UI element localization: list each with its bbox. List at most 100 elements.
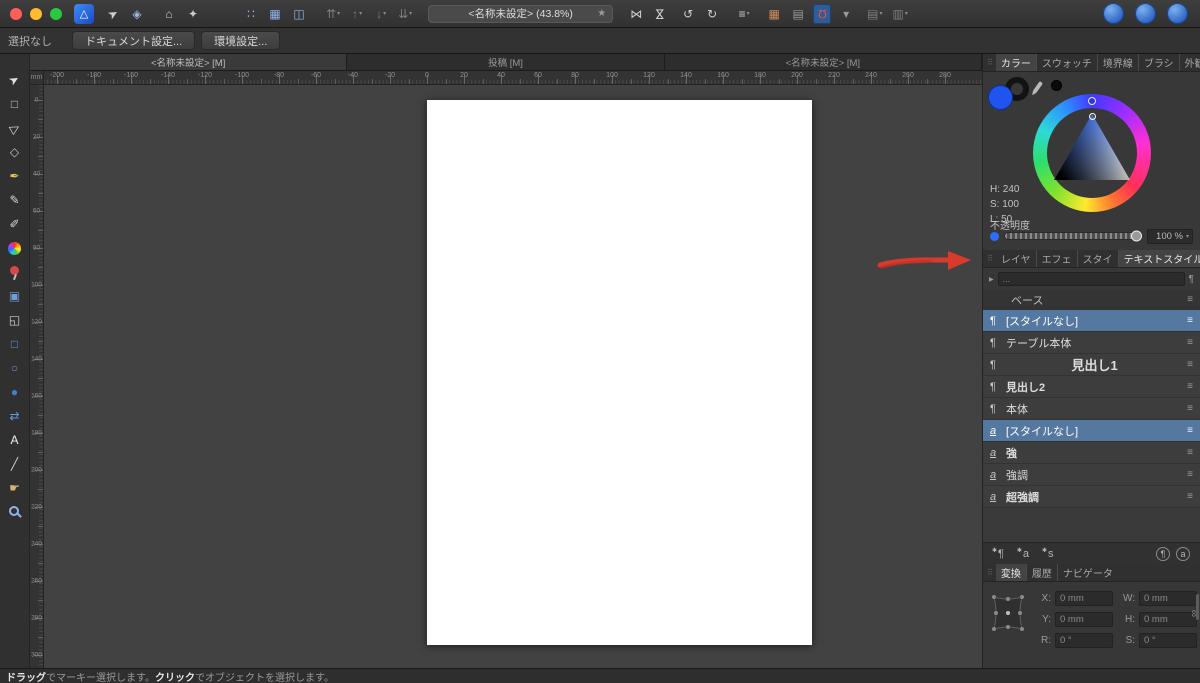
opacity-knob[interactable] (1131, 230, 1142, 242)
snap-options-icon[interactable]: ▤ (789, 4, 807, 24)
style-row[interactable]: ¶ テーブル本体 ≡ (983, 332, 1200, 354)
w-field[interactable]: 0 mm (1139, 591, 1197, 606)
stock-icon[interactable]: ▥ ▾ (891, 4, 910, 24)
sl-marker[interactable] (1088, 113, 1096, 120)
circle-button-1[interactable] (1103, 3, 1124, 24)
style-menu-icon[interactable]: ≡ (1187, 447, 1193, 458)
designer-persona-icon[interactable]: ⌂ (160, 4, 178, 24)
cursor-icon[interactable]: ➤ (104, 4, 122, 24)
snap-presets-icon[interactable]: ▦ (765, 4, 783, 24)
document-title-dropdown[interactable]: <名称未設定> (43.8%) ★ (428, 4, 614, 23)
pin-tool[interactable] (0, 260, 30, 284)
r-field[interactable]: 0 ° (1055, 633, 1113, 648)
anchor-point-selector[interactable] (989, 592, 1027, 634)
vector-brush-tool[interactable]: ✐ (0, 212, 30, 236)
picture-frame-tool[interactable]: ▣ (0, 284, 30, 308)
panel-tab[interactable]: エフェ (1035, 250, 1077, 267)
rotate-ccw-icon[interactable]: ↺ (679, 4, 697, 24)
style-row[interactable]: a 超強調 ≡ (983, 486, 1200, 508)
circle-button-2[interactable] (1135, 3, 1156, 24)
rotate-cw-icon[interactable]: ↻ (703, 4, 721, 24)
style-menu-icon[interactable]: ≡ (1187, 294, 1193, 305)
panel-tab[interactable]: ナビゲータ (1056, 564, 1118, 581)
dot-grid-icon[interactable]: ∷ (242, 4, 260, 24)
opacity-dropdown-icon[interactable]: ▾ (1186, 233, 1189, 240)
hand-tool[interactable]: ☛ (0, 476, 30, 500)
canvas-viewport[interactable] (44, 85, 982, 668)
style-row[interactable]: ¶ [スタイルなし] ≡ (983, 310, 1200, 332)
secondary-color-swatch[interactable] (1051, 80, 1062, 91)
x-field[interactable]: 0 mm (1055, 591, 1113, 606)
show-paragraph-styles-icon[interactable]: ¶ (1156, 546, 1170, 561)
style-row[interactable]: a 強調 ≡ (983, 464, 1200, 486)
panel-tab[interactable]: スタイ (1076, 250, 1118, 267)
ellipse-tool[interactable]: ○ (0, 356, 30, 380)
opacity-value-field[interactable]: 100 % ▾ (1147, 228, 1193, 244)
s-field[interactable]: 0 ° (1139, 633, 1197, 648)
zoom-tool[interactable] (0, 500, 30, 524)
style-menu-icon[interactable]: ≡ (1187, 403, 1193, 414)
panel-tab[interactable]: 境界線 (1096, 54, 1138, 71)
corner-tool[interactable]: ◇ (0, 140, 30, 164)
style-group-header[interactable]: ベース ≡ (983, 290, 1200, 310)
style-menu-icon[interactable]: ≡ (1187, 469, 1193, 480)
style-row[interactable]: a [スタイルなし] ≡ (983, 420, 1200, 442)
color-wheel[interactable] (1032, 94, 1151, 212)
disclosure-icon[interactable]: ▶ (989, 276, 994, 283)
text-tool[interactable]: A (0, 428, 30, 452)
move-backward-icon[interactable]: ↓ ▾ (372, 4, 390, 24)
snap-dropdown-icon[interactable]: ▾ (837, 4, 855, 24)
style-menu-icon[interactable]: ≡ (1187, 425, 1193, 436)
panel-tab[interactable]: ブラシ (1137, 54, 1179, 71)
style-row[interactable]: ¶ 本体 ≡ (983, 398, 1200, 420)
fill-swatch[interactable] (988, 85, 1013, 110)
vertical-ruler[interactable]: 0 20 40 60 80 100 120 140 160 180 200 220 240 260 280 3… (30, 85, 44, 668)
panel-tab[interactable]: テキストスタイル (1117, 250, 1200, 267)
panel-grip-icon[interactable]: ⠿ (987, 254, 993, 263)
photo-persona-icon[interactable]: ✦ (184, 4, 202, 24)
favorite-star-icon[interactable]: ★ (597, 8, 606, 19)
pencil-tool[interactable]: ✎ (0, 188, 30, 212)
shape-tool[interactable]: ● (0, 380, 30, 404)
style-row[interactable]: a 強 ≡ (983, 442, 1200, 464)
style-row[interactable]: ¶ 見出し1 ≡ (983, 354, 1200, 376)
new-character-style-icon[interactable]: a (1017, 547, 1029, 560)
stroke-tool[interactable]: ╱ (0, 452, 30, 476)
horizontal-ruler[interactable]: -200 -180 -160 -140 -120 -100 -80 -60 -40 -20 0 20 4… (44, 71, 982, 85)
preferences-button[interactable]: 環境設定... (201, 31, 281, 50)
hue-marker[interactable] (1087, 97, 1096, 105)
style-menu-icon[interactable]: ≡ (1187, 381, 1193, 392)
frame-tool[interactable]: □ (0, 92, 30, 116)
document-page[interactable] (427, 100, 812, 645)
pen-tool[interactable]: ✒ (0, 164, 30, 188)
opacity-slider[interactable] (1004, 230, 1142, 242)
style-menu-icon[interactable]: ≡ (1187, 359, 1193, 370)
doc-tab[interactable]: <名称未設定> [M] (30, 54, 348, 70)
panel-tab[interactable]: カラー (995, 54, 1036, 71)
style-menu-icon[interactable]: ≡ (1187, 315, 1193, 326)
move-tool[interactable]: ➤ (0, 68, 30, 92)
sl-triangle[interactable] (1048, 109, 1136, 197)
circle-button-3[interactable] (1167, 3, 1188, 24)
panel-grip-icon[interactable]: ⠿ (987, 58, 993, 67)
panel-tab[interactable]: 変換 (995, 564, 1026, 581)
panel-tab[interactable]: 外観 (1178, 54, 1200, 71)
eyedropper-icon[interactable] (1032, 80, 1044, 94)
doc-tab[interactable]: <名称未設定> [M] (664, 54, 982, 70)
new-paragraph-style-icon[interactable]: ¶ (992, 547, 1004, 560)
paragraph-mark-icon[interactable]: ¶ (1189, 274, 1194, 285)
grid-icon[interactable]: ▦ (266, 4, 284, 24)
style-row[interactable]: ¶ 見出し2 ≡ (983, 376, 1200, 398)
doc-tab[interactable]: 投稿 [M] (347, 54, 665, 70)
style-filter-input[interactable]: ... (997, 272, 1185, 286)
move-forward-icon[interactable]: ↑ ▾ (348, 4, 366, 24)
fullscreen-button[interactable] (50, 7, 62, 20)
move-to-back-icon[interactable]: ⇊ ▾ (396, 4, 414, 24)
panel-grip-icon[interactable]: ⠿ (987, 568, 993, 577)
document-settings-button[interactable]: ドキュメント設定... (72, 31, 196, 50)
panel-tab[interactable]: 履歴 (1025, 564, 1057, 581)
style-menu-icon[interactable]: ≡ (1187, 491, 1193, 502)
flip-vertical-icon[interactable]: ⋈ (651, 4, 669, 24)
panel-tab[interactable]: スウォッチ (1035, 54, 1097, 71)
node-editor-icon[interactable]: ◈ (128, 4, 146, 24)
